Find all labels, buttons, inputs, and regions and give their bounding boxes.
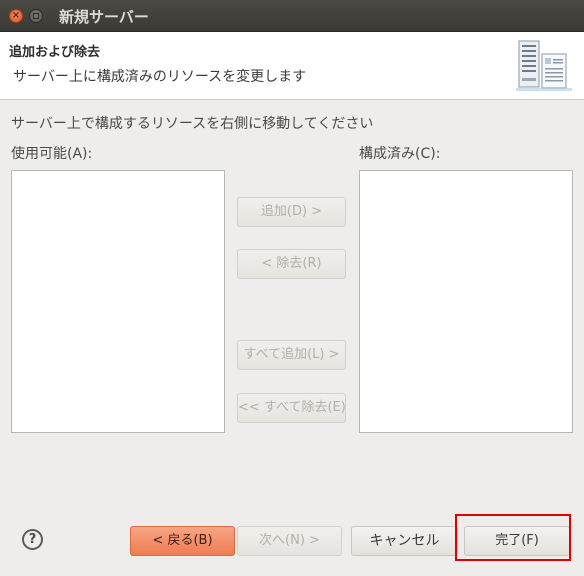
add-all-button[interactable]: すべて追加(L) > bbox=[237, 340, 346, 370]
help-icon[interactable]: ? bbox=[22, 529, 43, 550]
configured-list[interactable] bbox=[359, 170, 573, 433]
finish-button[interactable]: 完了(F) bbox=[464, 526, 570, 556]
available-list[interactable] bbox=[11, 170, 225, 433]
instruction-text: サーバー上で構成するリソースを右側に移動してください bbox=[11, 116, 374, 132]
header-title: 追加および除去 bbox=[9, 45, 101, 60]
next-button[interactable]: 次へ(N) > bbox=[237, 526, 342, 556]
remove-all-button[interactable]: << すべて除去(E) bbox=[237, 393, 346, 423]
configured-label: 構成済み(C): bbox=[359, 146, 441, 162]
available-label: 使用可能(A): bbox=[11, 146, 93, 162]
cancel-button[interactable]: キャンセル bbox=[351, 526, 458, 556]
wizard-header: 追加および除去 サーバー上に構成済みのリソースを変更します bbox=[0, 32, 584, 100]
close-icon[interactable]: × bbox=[9, 9, 23, 23]
back-button[interactable]: < 戻る(B) bbox=[130, 526, 235, 556]
title-bar: × 新規サーバー bbox=[0, 0, 584, 32]
server-icon bbox=[516, 40, 572, 91]
remove-button[interactable]: < 除去(R) bbox=[237, 249, 346, 279]
window-title: 新規サーバー bbox=[59, 8, 149, 26]
add-button[interactable]: 追加(D) > bbox=[237, 197, 346, 227]
maximize-icon[interactable] bbox=[29, 9, 43, 23]
header-description: サーバー上に構成済みのリソースを変更します bbox=[13, 69, 307, 85]
